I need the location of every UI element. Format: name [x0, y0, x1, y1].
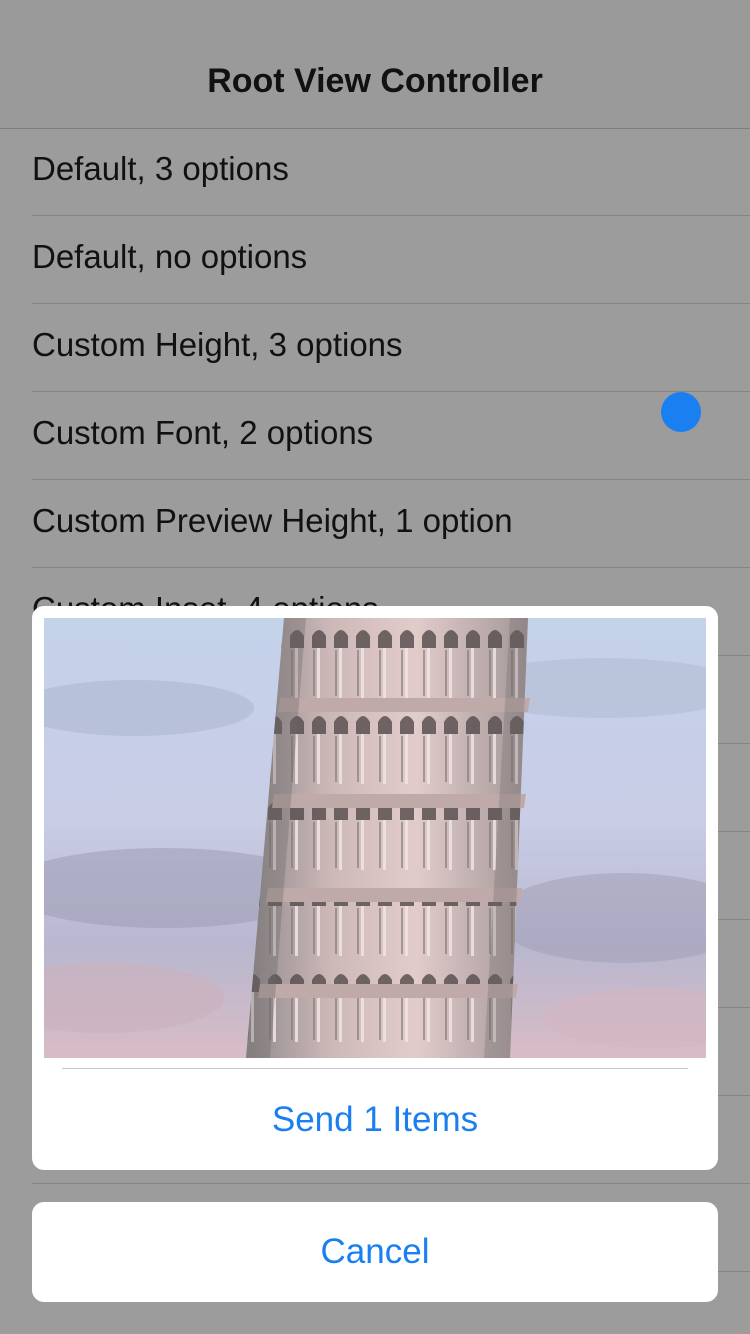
- list-item[interactable]: Custom Preview Height, 1 option: [0, 480, 750, 568]
- list-item[interactable]: Default, no options: [0, 216, 750, 304]
- cancel-group: Cancel: [32, 1202, 718, 1302]
- list-item-label: Default, 3 options: [32, 150, 289, 187]
- image-preview[interactable]: [44, 618, 706, 1058]
- navigation-bar: Root View Controller: [0, 0, 750, 129]
- list-item[interactable]: Custom Font, 2 options: [0, 392, 750, 480]
- list-item-label: Custom Font, 2 options: [32, 414, 374, 451]
- send-items-button[interactable]: Send 1 Items: [32, 1070, 718, 1170]
- tower-shape: [246, 618, 530, 1058]
- separator: [62, 1068, 688, 1069]
- list-item-label: Custom Preview Height, 1 option: [32, 502, 513, 539]
- nav-title: Root View Controller: [207, 62, 543, 100]
- selection-checkmark-icon[interactable]: [661, 392, 701, 432]
- list-item[interactable]: Default, 3 options: [0, 128, 750, 216]
- list-item-label: Custom Height, 3 options: [32, 326, 403, 363]
- cancel-button[interactable]: Cancel: [32, 1202, 718, 1302]
- list-item[interactable]: Custom Height, 3 options: [0, 304, 750, 392]
- action-sheet: Send 1 Items: [32, 606, 718, 1170]
- photo-leaning-tower: [44, 618, 706, 1058]
- list-item-label: Default, no options: [32, 238, 308, 275]
